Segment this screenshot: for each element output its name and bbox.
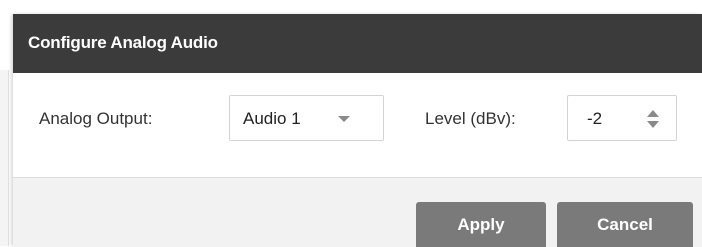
background-panel-edge: [0, 70, 9, 246]
cancel-button[interactable]: Cancel: [557, 202, 693, 247]
dialog-titlebar: Configure Analog Audio: [13, 14, 702, 73]
dialog-body: Analog Output: Audio 1 Level (dBv): -2: [13, 73, 702, 177]
configure-analog-audio-dialog: Configure Analog Audio Analog Output: Au…: [13, 14, 702, 247]
spinner-up-icon[interactable]: [647, 110, 659, 117]
level-number-input[interactable]: -2: [567, 95, 677, 141]
level-label: Level (dBv):: [425, 109, 516, 128]
dialog-title: Configure Analog Audio: [28, 33, 218, 52]
analog-output-label: Analog Output:: [39, 109, 153, 128]
spinner-arrows-icon[interactable]: [646, 108, 660, 130]
apply-button[interactable]: Apply: [416, 202, 546, 247]
spinner-down-icon[interactable]: [647, 121, 659, 128]
chevron-down-icon: [338, 116, 350, 122]
dialog-footer: Apply Cancel: [13, 177, 702, 247]
level-value: -2: [587, 109, 603, 128]
analog-output-value: Audio 1: [243, 109, 301, 128]
analog-output-select[interactable]: Audio 1: [229, 95, 384, 141]
